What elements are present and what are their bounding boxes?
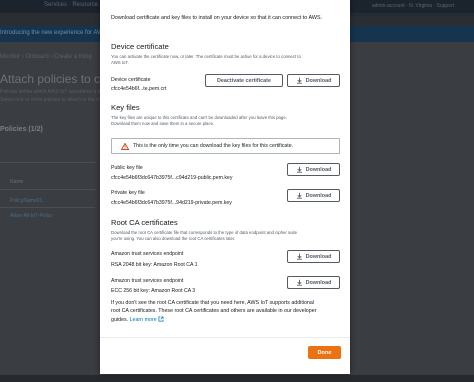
background-divider [0, 162, 95, 163]
download-root-ca-3-button[interactable]: Download [287, 276, 340, 289]
background-footer [0, 375, 474, 382]
device-certificate-title: Device certificate [111, 42, 169, 51]
download-label: Download [305, 192, 332, 199]
key-files-warning-alert: This is the only time you can download t… [111, 138, 340, 154]
download-icon [296, 279, 302, 286]
root-ca-1-key: RSA 2048 bit key: Amazon Root CA 1 [111, 262, 198, 268]
done-label: Done [317, 349, 332, 356]
paragraph-line-1: If you don't see the root CA certificate… [111, 300, 315, 306]
root-ca-description-1: Download the root CA certificate file th… [111, 230, 298, 235]
public-key-filename: cfcc4e54b6f3dc647b3975f...c94d219-public… [111, 175, 233, 181]
download-public-key-button[interactable]: Download [287, 163, 340, 176]
deactivate-certificate-button[interactable]: Deactivate certificate [205, 74, 283, 87]
private-key-filename: cfcc4e54b6f3dc647b3975f...94d219-private… [111, 200, 232, 206]
download-label: Download [305, 77, 332, 84]
public-key-label: Public key file [111, 165, 143, 171]
download-icon [296, 253, 302, 260]
device-certificate-description-2: AWS IoT. [111, 60, 129, 65]
warning-icon [121, 143, 129, 150]
modal-footer-divider [100, 337, 350, 338]
key-files-title: Key files [111, 103, 140, 112]
root-ca-description-2: you're using. You can also download the … [111, 236, 236, 241]
background-divider [0, 189, 95, 190]
key-files-warning-text: This is the only time you can download t… [133, 143, 294, 149]
background-topbar-account: admin-account · N. Virginia · Support [371, 3, 454, 9]
background-row-header: Name [10, 179, 24, 185]
external-link-icon [158, 316, 164, 322]
background-breadcrumb: Monitor › Onboard › Create a thing [0, 54, 92, 60]
download-certificates-modal: Download certificate and key files to in… [100, 0, 350, 374]
learn-more-label: Learn more [129, 316, 157, 323]
key-files-description-2: Download them now and save them in a sec… [111, 121, 215, 126]
background-row: Allow-All-IoT-Policy [10, 213, 53, 219]
download-label: Download [305, 253, 332, 260]
deactivate-certificate-label: Deactivate certificate [217, 77, 271, 84]
background-row: PolicyName01 [10, 198, 43, 204]
additional-root-ca-paragraph: If you don't see the root CA certificate… [111, 300, 343, 324]
private-key-label: Private key file [111, 190, 145, 196]
download-icon [296, 166, 302, 173]
download-label: Download [305, 279, 332, 286]
learn-more-link[interactable]: Learn more [129, 316, 165, 323]
device-certificate-filename: cfcc4e54b6f...te.pem.crt [111, 86, 167, 92]
background-band [350, 13, 474, 16]
root-ca-1-label: Amazon trust services endpoint [111, 251, 184, 257]
background-divider [0, 207, 95, 208]
download-root-ca-1-button[interactable]: Download [287, 250, 340, 263]
modal-intro: Download certificate and key files to in… [111, 15, 323, 21]
done-button[interactable]: Done [308, 346, 341, 359]
download-icon [296, 77, 302, 84]
download-label: Download [305, 166, 332, 173]
device-certificate-description-1: You can activate the certificate now, or… [111, 54, 301, 59]
key-files-description-1: The key files are unique to this certifi… [111, 115, 287, 120]
root-ca-title: Root CA certificates [111, 218, 178, 227]
background-section-title: Policies (1/2) [0, 126, 43, 133]
root-ca-3-label: Amazon trust services endpoint [111, 278, 184, 284]
root-ca-3-key: ECC 256 bit key: Amazon Root CA 3 [111, 288, 196, 294]
paragraph-line-3: guides. [111, 316, 130, 323]
download-private-key-button[interactable]: Download [287, 189, 340, 202]
device-certificate-label: Device certificate [111, 77, 151, 83]
download-device-certificate-button[interactable]: Download [287, 74, 340, 87]
paragraph-line-2: root CA certificates. These root CA cert… [111, 307, 317, 314]
download-icon [296, 192, 302, 199]
